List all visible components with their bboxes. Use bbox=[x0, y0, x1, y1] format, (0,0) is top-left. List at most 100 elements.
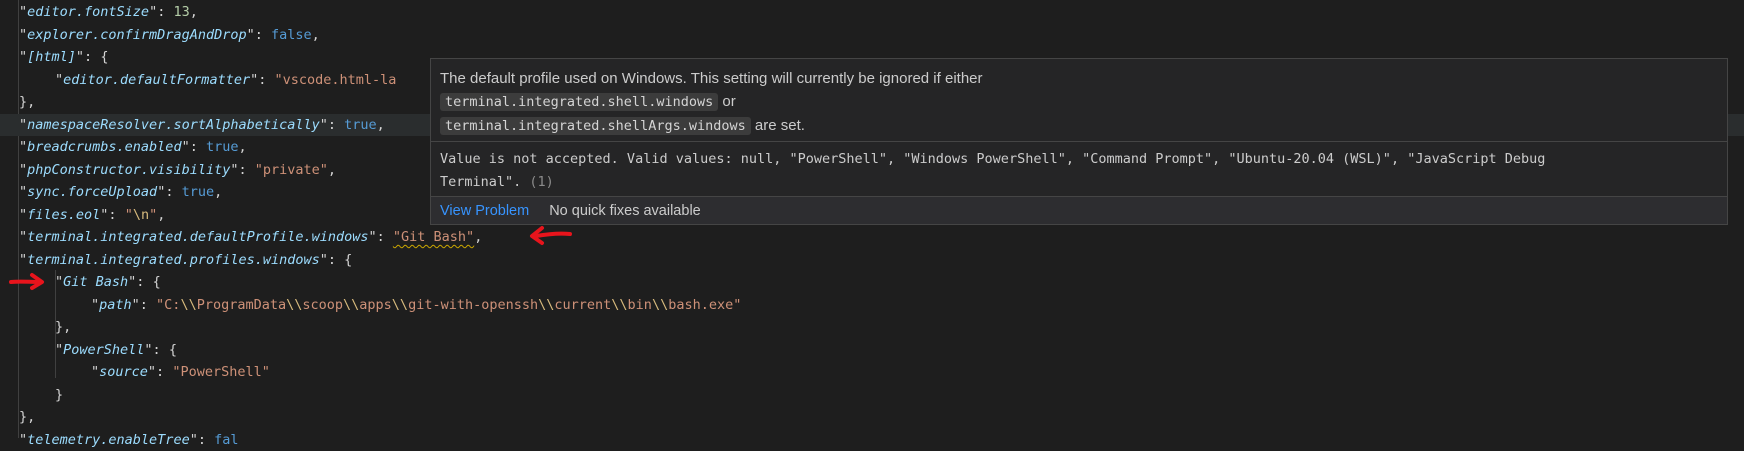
colon: ": bbox=[189, 431, 215, 448]
json-key: source bbox=[99, 364, 148, 380]
code-line[interactable]: "telemetry.enableTree": fal bbox=[0, 429, 1744, 451]
quote: " bbox=[19, 161, 28, 178]
code-line[interactable]: "PowerShell": { bbox=[0, 339, 1744, 361]
quote: " bbox=[19, 116, 28, 133]
quote: " bbox=[55, 71, 64, 88]
string-part: current bbox=[554, 296, 612, 313]
quote: " bbox=[19, 184, 28, 200]
escape-sequence: \\ bbox=[391, 296, 409, 313]
code-line[interactable]: "terminal.integrated.profiles.windows": … bbox=[0, 249, 1744, 271]
string-quote: " bbox=[149, 206, 158, 223]
colon: ": bbox=[128, 274, 153, 290]
json-key: [html] bbox=[27, 49, 76, 65]
view-problem-link[interactable]: View Problem bbox=[440, 203, 529, 219]
json-key: namespaceResolver.sortAlphabetically bbox=[27, 116, 320, 133]
colon: ": bbox=[230, 161, 255, 178]
quote: " bbox=[19, 229, 28, 245]
trailing-comma: , bbox=[376, 116, 385, 133]
quote: " bbox=[19, 49, 28, 65]
code-line[interactable]: "editor.fontSize": 13, bbox=[0, 1, 1744, 23]
trailing-comma: , bbox=[189, 4, 198, 20]
colon: ": bbox=[368, 229, 393, 245]
red-arrow-icon bbox=[9, 273, 44, 290]
colon: ": bbox=[144, 341, 169, 358]
problem-text: Value is not accepted. Valid values: nul… bbox=[440, 151, 1546, 167]
escape-sequence: \\ bbox=[180, 296, 197, 313]
code-line[interactable]: "explorer.confirmDragAndDrop": false, bbox=[0, 24, 1744, 46]
quote: " bbox=[19, 431, 28, 448]
json-value: 13 bbox=[173, 4, 190, 20]
colon: ": bbox=[131, 296, 157, 313]
code-line[interactable]: } bbox=[0, 384, 1744, 406]
indent-guide bbox=[55, 270, 56, 378]
colon: ": bbox=[319, 116, 345, 133]
hover-status-bar: View Problem No quick fixes available bbox=[431, 196, 1727, 224]
escape-sequence: \\ bbox=[286, 296, 303, 313]
colon: ": bbox=[181, 139, 206, 155]
punctuation: }, bbox=[19, 94, 36, 110]
problem-code: (1) bbox=[529, 174, 554, 190]
punctuation: }, bbox=[55, 319, 72, 335]
colon: ": bbox=[75, 49, 101, 65]
hover-problem-message: Value is not accepted. Valid values: nul… bbox=[431, 142, 1727, 198]
json-key: editor.fontSize bbox=[27, 4, 150, 20]
json-value: true bbox=[344, 116, 377, 133]
code-line[interactable]: "source": "PowerShell" bbox=[0, 361, 1744, 383]
json-value: true bbox=[181, 184, 215, 200]
trailing-comma: , bbox=[157, 206, 166, 223]
json-value: { bbox=[168, 341, 177, 358]
code-line[interactable]: }, bbox=[0, 316, 1744, 338]
quote: " bbox=[55, 274, 64, 290]
colon: ": bbox=[157, 184, 182, 200]
colon: ": bbox=[147, 364, 173, 380]
doc-or: or bbox=[722, 93, 736, 110]
colon: ": bbox=[149, 4, 174, 20]
code-line[interactable]: "terminal.integrated.defaultProfile.wind… bbox=[0, 226, 1744, 248]
json-key: sync.forceUpload bbox=[27, 184, 158, 200]
no-quick-fixes-label: No quick fixes available bbox=[549, 202, 701, 219]
quote: " bbox=[91, 364, 100, 380]
json-value: { bbox=[152, 274, 161, 290]
trailing-comma: , bbox=[327, 161, 337, 178]
escape-sequence: \\ bbox=[343, 296, 360, 313]
quote: " bbox=[19, 4, 28, 20]
json-value: { bbox=[344, 251, 353, 268]
code-line[interactable]: }, bbox=[0, 406, 1744, 428]
json-key: explorer.confirmDragAndDrop bbox=[27, 26, 247, 43]
colon: ": bbox=[100, 206, 125, 223]
json-key: phpConstructor.visibility bbox=[27, 161, 231, 178]
quote: " bbox=[19, 139, 28, 155]
json-key: telemetry.enableTree bbox=[27, 431, 190, 448]
json-key: PowerShell bbox=[63, 341, 145, 358]
quote: " bbox=[19, 251, 28, 268]
punctuation: }, bbox=[19, 409, 36, 425]
trailing-comma: , bbox=[238, 139, 247, 155]
code-chip-shell: terminal.integrated.shell.windows bbox=[440, 93, 719, 111]
quote: " bbox=[55, 341, 64, 358]
code-line[interactable]: "Git Bash": { bbox=[0, 271, 1744, 293]
string-part: bash.exe" bbox=[668, 296, 742, 313]
string-part: apps bbox=[359, 296, 392, 313]
colon: ": bbox=[246, 26, 271, 43]
json-key: editor.defaultFormatter bbox=[63, 71, 251, 88]
code-line[interactable]: "path": "C:\\ProgramData\\scoop\\apps\\g… bbox=[0, 294, 1744, 316]
escape-sequence: \n bbox=[132, 206, 150, 223]
escape-sequence: \\ bbox=[611, 296, 628, 313]
json-value: "private" bbox=[254, 161, 328, 178]
doc-are-set: are set. bbox=[754, 117, 805, 134]
json-key: path bbox=[99, 296, 132, 313]
json-value: "\n" bbox=[125, 207, 158, 223]
problem-text-2: Terminal". bbox=[440, 174, 522, 190]
json-key: terminal.integrated.defaultProfile.windo… bbox=[27, 229, 369, 245]
punctuation: } bbox=[55, 386, 64, 403]
string-part: scoop bbox=[302, 296, 344, 313]
json-value: { bbox=[100, 49, 109, 65]
quote: " bbox=[91, 296, 100, 313]
quote: " bbox=[19, 206, 28, 223]
json-value: "C:\\ProgramData\\scoop\\apps\\git-with-… bbox=[156, 297, 741, 313]
red-arrow-icon bbox=[530, 226, 572, 245]
json-value: fal bbox=[214, 431, 239, 448]
json-value: true bbox=[205, 139, 239, 155]
json-value: false bbox=[270, 26, 312, 43]
hover-documentation: The default profile used on Windows. Thi… bbox=[431, 59, 1727, 141]
